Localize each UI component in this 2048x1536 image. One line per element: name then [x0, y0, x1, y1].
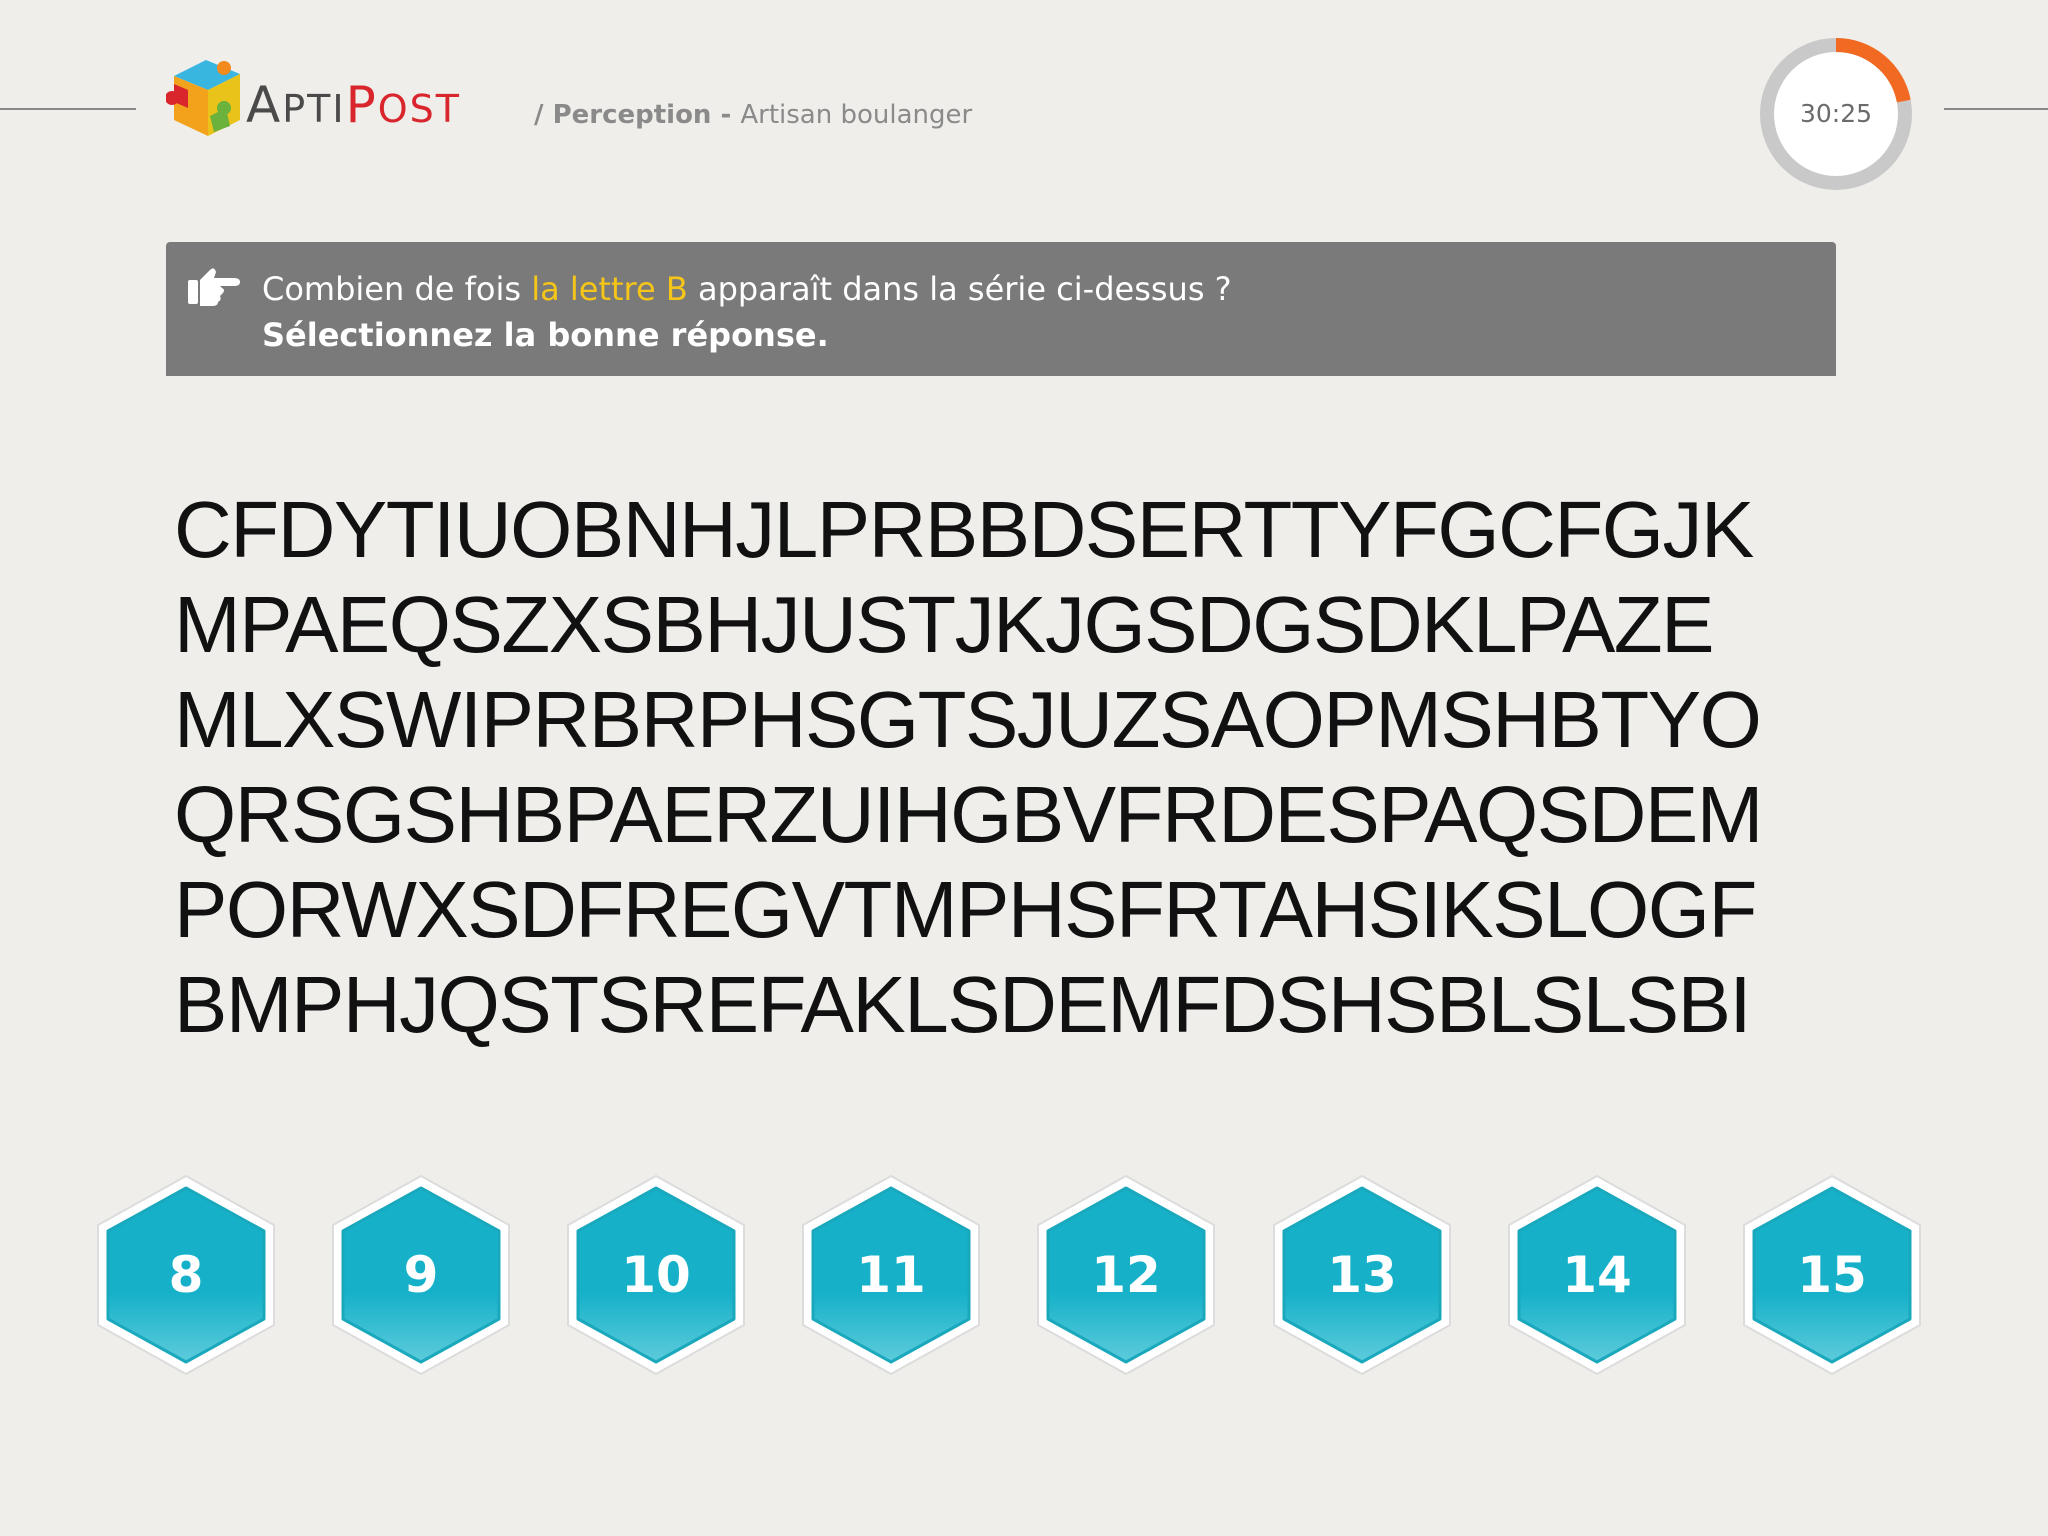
question-text: Combien de fois la lettre B apparaît dan…: [262, 270, 1232, 308]
answer-option-8[interactable]: 8: [88, 1168, 284, 1382]
series-row-4: QRSGSHBPAERZUIHGBVFRDESPAQSDEM: [174, 770, 1763, 859]
page: APTIPOST / Perception - Artisan boulange…: [0, 0, 2048, 1536]
answer-label: 13: [1327, 1246, 1397, 1304]
breadcrumb-category: Perception: [552, 100, 712, 130]
question-text-after: apparaît dans la série ci-dessus ?: [687, 270, 1232, 308]
question-highlight: la lettre B: [531, 270, 688, 308]
answer-label: 11: [856, 1246, 926, 1304]
answer-label: 10: [621, 1246, 691, 1304]
series-row-2: MPAEQSZXSBHJUSTJKJGSDGSDKLPAZE: [174, 580, 1715, 669]
series-row-1: CFDYTIUOBNHJLPRBBDSERTTYFGCFGJK: [174, 485, 1754, 574]
answer-label: 12: [1091, 1246, 1161, 1304]
breadcrumb-separator: -: [711, 100, 741, 130]
pointing-hand-icon: [188, 268, 240, 306]
puzzle-cube-icon: [166, 60, 240, 136]
answer-label: 15: [1797, 1246, 1867, 1304]
series-row-5: PORWXSDFREGVTMPHSFRTAHSIKSLOGF: [174, 865, 1757, 954]
series-row-6: BMPHJQSTSREFAKLSDEMFDSHSBLSLSBI: [174, 960, 1752, 1049]
series-row-3: MLXSWIPRBRPHSGTSJUZSAOPMSHBTYO: [174, 675, 1762, 764]
answer-option-9[interactable]: 9: [323, 1168, 519, 1382]
header-rule-right: [1944, 108, 2048, 110]
breadcrumb: / Perception - Artisan boulanger: [534, 100, 972, 130]
answer-option-14[interactable]: 14: [1499, 1168, 1695, 1382]
answer-option-10[interactable]: 10: [558, 1168, 754, 1382]
answer-label: 14: [1562, 1246, 1632, 1304]
brand-apti: PTI: [282, 87, 346, 131]
answer-option-12[interactable]: 12: [1028, 1168, 1224, 1382]
answer-label: 9: [403, 1246, 439, 1304]
answer-option-11[interactable]: 11: [793, 1168, 989, 1382]
breadcrumb-job: Artisan boulanger: [740, 100, 973, 130]
countdown-timer: 30:25: [1758, 36, 1914, 192]
brand-initial-a: A: [246, 76, 283, 134]
letter-series: CFDYTIUOBNHJLPRBBDSERTTYFGCFGJK MPAEQSZX…: [174, 482, 1874, 1052]
brand-name: APTIPOST: [246, 76, 461, 134]
instruction-text: Sélectionnez la bonne réponse.: [262, 316, 829, 354]
aptipost-logo[interactable]: APTIPOST: [166, 54, 506, 150]
answer-option-13[interactable]: 13: [1264, 1168, 1460, 1382]
question-text-before: Combien de fois: [262, 270, 532, 308]
answer-option-15[interactable]: 15: [1734, 1168, 1930, 1382]
brand-initial-p: P: [345, 76, 378, 134]
breadcrumb-prefix: /: [534, 100, 553, 130]
brand-post: OST: [377, 87, 461, 131]
instruction-banner: Combien de fois la lettre B apparaît dan…: [166, 242, 1836, 376]
answer-label: 8: [168, 1246, 204, 1304]
timer-value: 30:25: [1799, 99, 1873, 128]
header-rule-left: [0, 108, 136, 110]
